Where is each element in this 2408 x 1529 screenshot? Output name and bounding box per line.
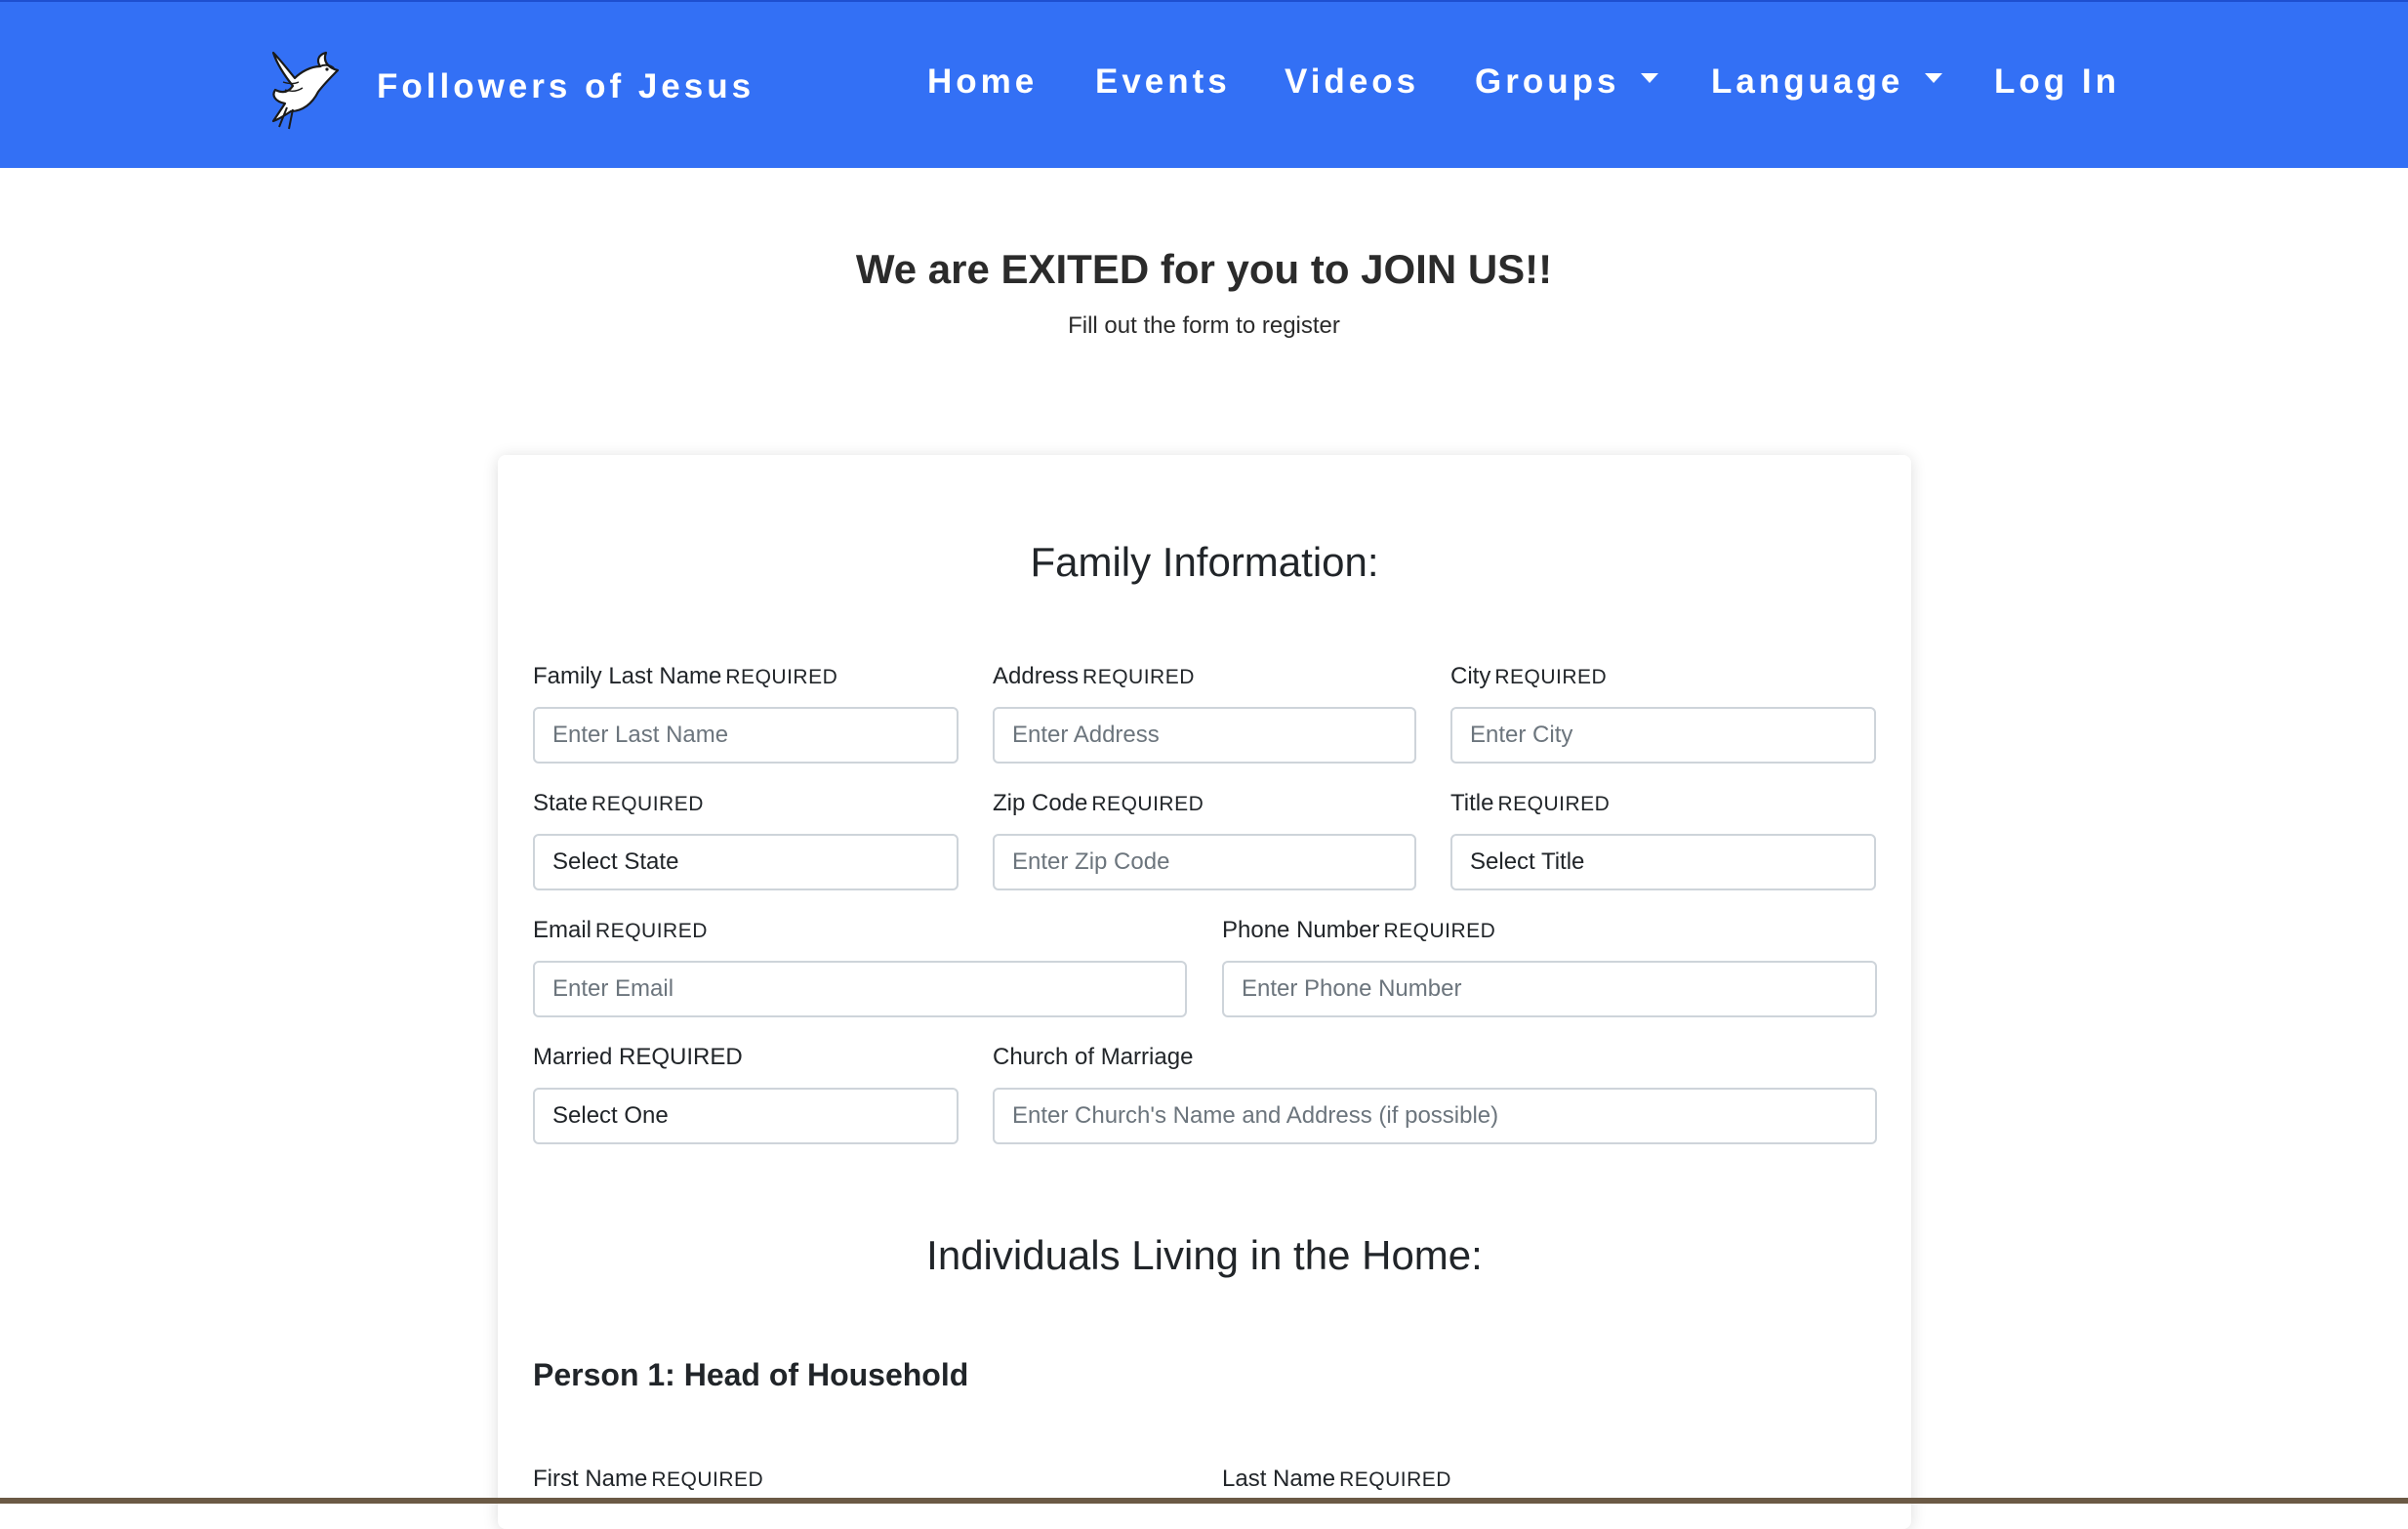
phone-number-input[interactable]: Enter Phone Number	[1222, 961, 1877, 1017]
person-1-last-name-field: Last Name REQUIRED	[1222, 1463, 1877, 1496]
nav-language-label: Language	[1711, 62, 1904, 101]
state-label: State REQUIRED	[533, 790, 704, 816]
church-of-marriage-field: Church of Marriage Enter Church's Name a…	[993, 1041, 1877, 1144]
nav-videos-label: Videos	[1285, 62, 1420, 101]
page-title: We are EXITED for you to JOIN US!!	[855, 246, 1553, 292]
married-label: Married REQUIRED	[533, 1044, 743, 1070]
nav-home-label: Home	[927, 62, 1039, 101]
brand-link[interactable]: Followers of Jesus	[265, 43, 755, 131]
person-1-last-name-label: Last Name REQUIRED	[1222, 1466, 1451, 1492]
address-label: Address REQUIRED	[993, 663, 1195, 689]
email-label: Email REQUIRED	[533, 917, 708, 943]
married-field: Married REQUIRED Select One	[533, 1041, 959, 1144]
title-select[interactable]: Select Title	[1450, 834, 1876, 890]
title-label: Title REQUIRED	[1450, 790, 1611, 816]
family-last-name-input[interactable]: Enter Last Name	[533, 707, 959, 764]
page-bottom-edge	[0, 1498, 2408, 1504]
nav-login[interactable]: Log In	[1994, 62, 2120, 102]
city-input[interactable]: Enter City	[1450, 707, 1876, 764]
family-section-title: Family Information:	[1030, 539, 1379, 585]
nav-home[interactable]: Home	[927, 62, 1038, 102]
family-last-name-field: Family Last Name REQUIRED Enter Last Name	[533, 660, 959, 764]
person-1-first-name-field: First Name REQUIRED	[533, 1463, 1187, 1496]
caret-down-icon	[1925, 73, 1943, 83]
email-field: Email REQUIRED Enter Email	[533, 914, 1187, 1017]
city-field: City REQUIRED Enter City	[1450, 660, 1876, 764]
nav-events-label: Events	[1095, 62, 1231, 101]
state-select[interactable]: Select State	[533, 834, 959, 890]
address-input[interactable]: Enter Address	[993, 707, 1416, 764]
individuals-section-title: Individuals Living in the Home:	[926, 1232, 1483, 1278]
nav-login-label: Log In	[1994, 62, 2120, 101]
brand-name: Followers of Jesus	[377, 67, 755, 105]
dove-icon	[271, 51, 340, 130]
registration-form-card: Family Information: Family Last Name REQU…	[498, 455, 1911, 1529]
zip-code-input[interactable]: Enter Zip Code	[993, 834, 1416, 890]
page-subtitle: Fill out the form to register	[1068, 312, 1340, 339]
church-of-marriage-label: Church of Marriage	[993, 1044, 1194, 1070]
married-select[interactable]: Select One	[533, 1088, 959, 1144]
zip-code-label: Zip Code REQUIRED	[993, 790, 1204, 816]
nav-groups-label: Groups	[1475, 62, 1620, 101]
phone-number-label: Phone Number REQUIRED	[1222, 917, 1496, 943]
city-label: City REQUIRED	[1450, 663, 1608, 689]
zip-code-field: Zip Code REQUIRED Enter Zip Code	[993, 787, 1416, 890]
caret-down-icon	[1641, 73, 1659, 83]
person-1-first-name-label: First Name REQUIRED	[533, 1466, 764, 1492]
nav-videos[interactable]: Videos	[1285, 62, 1419, 102]
email-input[interactable]: Enter Email	[533, 961, 1187, 1017]
nav-language-dropdown[interactable]: Language	[1711, 62, 1943, 102]
phone-number-field: Phone Number REQUIRED Enter Phone Number	[1222, 914, 1877, 1017]
navbar: Followers of Jesus Home Events Videos Gr…	[0, 0, 2408, 168]
family-last-name-label: Family Last Name REQUIRED	[533, 663, 838, 689]
church-of-marriage-input[interactable]: Enter Church's Name and Address (if poss…	[993, 1088, 1877, 1144]
address-field: Address REQUIRED Enter Address	[993, 660, 1416, 764]
state-field: State REQUIRED Select State	[533, 787, 959, 890]
person-1-heading: Person 1: Head of Household	[533, 1357, 969, 1392]
nav-groups-dropdown[interactable]: Groups	[1475, 62, 1659, 102]
nav-events[interactable]: Events	[1095, 62, 1231, 102]
title-field: Title REQUIRED Select Title	[1450, 787, 1876, 890]
